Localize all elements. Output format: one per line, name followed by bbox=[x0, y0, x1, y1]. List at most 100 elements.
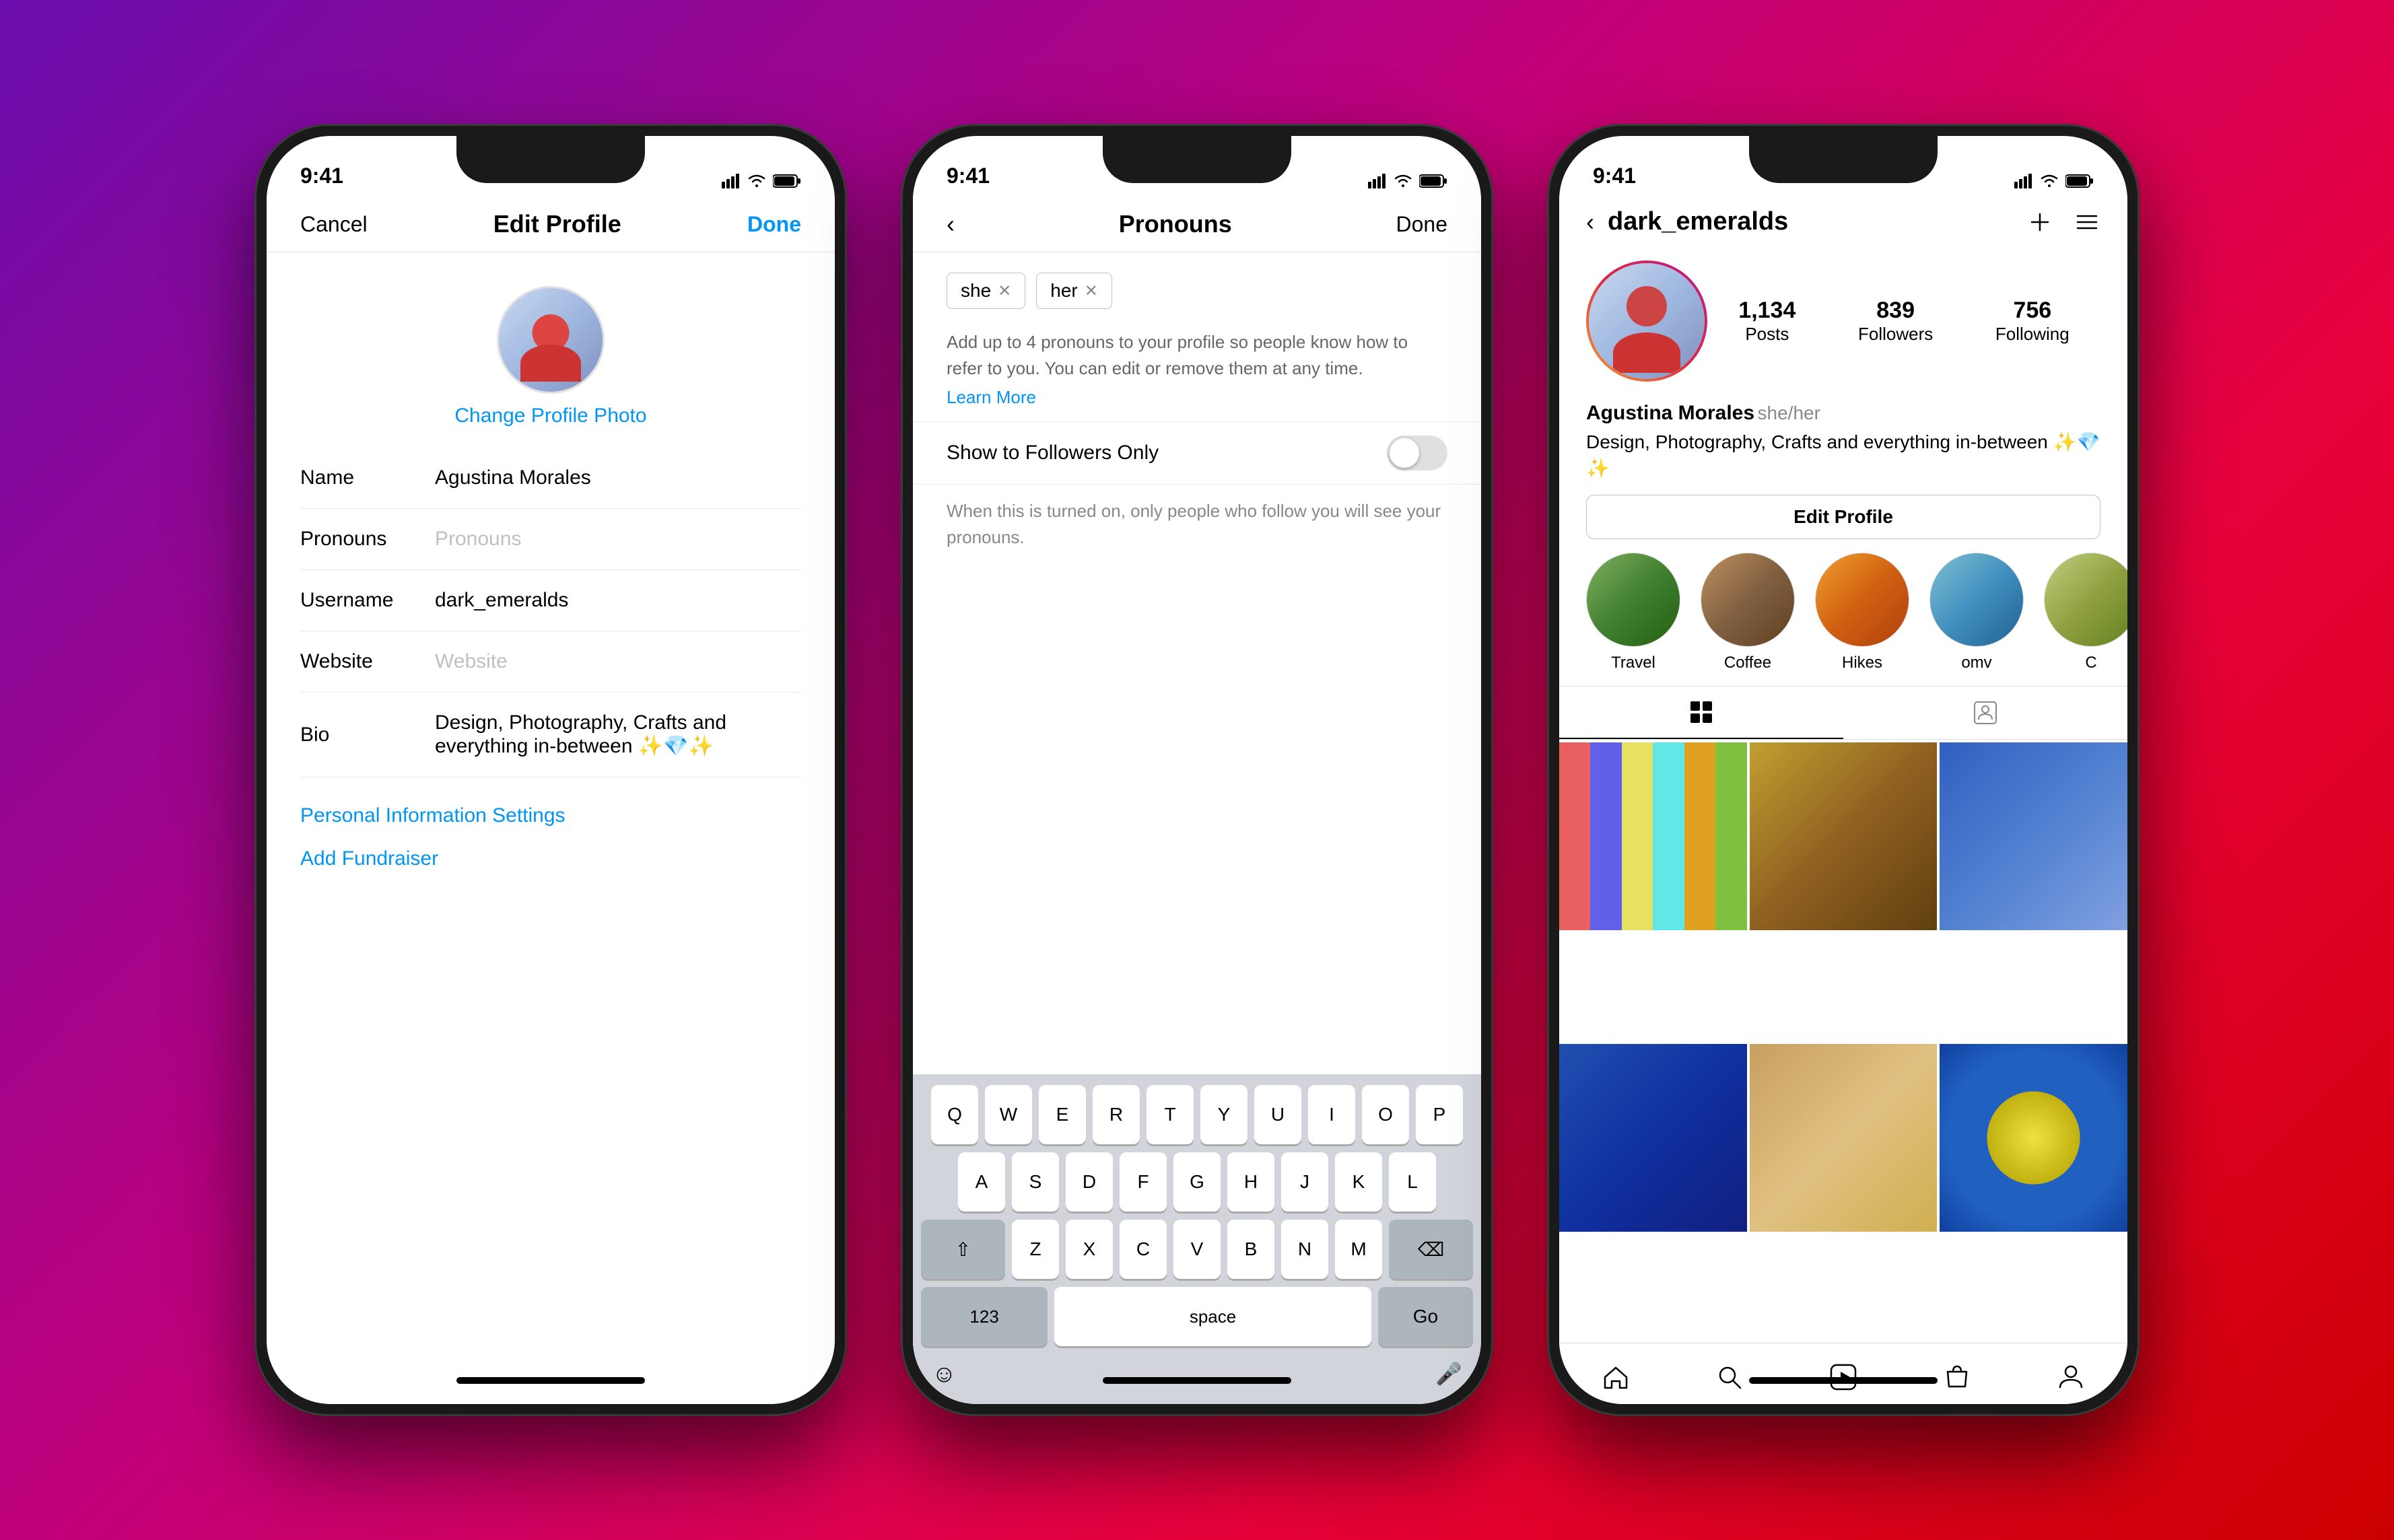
change-profile-photo-button[interactable]: Change Profile Photo bbox=[454, 405, 646, 427]
key-backspace[interactable]: ⌫ bbox=[1389, 1220, 1473, 1279]
key-n[interactable]: N bbox=[1281, 1220, 1328, 1279]
keyboard-row-2: A S D F G H J K L bbox=[921, 1152, 1473, 1212]
key-s[interactable]: S bbox=[1012, 1152, 1059, 1212]
pronouns-screen: ‹ Pronouns Done she ✕ her ✕ Add up to 4 … bbox=[913, 197, 1481, 1404]
highlight-omv[interactable]: omv bbox=[1929, 553, 2024, 672]
learn-more-link[interactable]: Learn More bbox=[947, 387, 1447, 408]
website-value[interactable]: Website bbox=[435, 650, 801, 673]
posts-stat[interactable]: 1,134 Posts bbox=[1738, 298, 1796, 345]
back-icon[interactable]: ‹ bbox=[1586, 208, 1594, 236]
pronouns-field-row[interactable]: Pronouns Pronouns bbox=[300, 509, 801, 570]
key-shift[interactable]: ⇧ bbox=[921, 1220, 1005, 1279]
keyboard: Q W E R T Y U I O P A S D F G H bbox=[913, 1074, 1481, 1404]
key-go[interactable]: Go bbox=[1378, 1287, 1473, 1346]
remove-she-button[interactable]: ✕ bbox=[998, 281, 1011, 301]
key-b[interactable]: B bbox=[1227, 1220, 1274, 1279]
key-c[interactable]: C bbox=[1120, 1220, 1167, 1279]
add-icon[interactable] bbox=[2026, 209, 2053, 236]
key-r[interactable]: R bbox=[1093, 1085, 1140, 1144]
signal-icon-1 bbox=[722, 174, 741, 188]
key-q[interactable]: Q bbox=[931, 1085, 978, 1144]
profile-header-actions bbox=[2026, 209, 2100, 236]
cancel-button[interactable]: Cancel bbox=[300, 212, 368, 237]
key-u[interactable]: U bbox=[1254, 1085, 1301, 1144]
key-g[interactable]: G bbox=[1173, 1152, 1221, 1212]
bio-label: Bio bbox=[300, 724, 435, 746]
done-button-2[interactable]: Done bbox=[1396, 212, 1448, 237]
followers-count: 839 bbox=[1876, 298, 1915, 324]
avatar-container[interactable] bbox=[497, 286, 605, 394]
profile-tab[interactable] bbox=[2044, 1357, 2098, 1397]
highlight-c[interactable]: C bbox=[2044, 553, 2127, 672]
highlight-travel-circle bbox=[1586, 553, 1680, 647]
key-m[interactable]: M bbox=[1335, 1220, 1382, 1279]
username-value[interactable]: dark_emeralds bbox=[435, 589, 801, 612]
mic-key[interactable]: 🎤 bbox=[1435, 1361, 1462, 1387]
home-tab[interactable] bbox=[1589, 1357, 1643, 1397]
key-y[interactable]: Y bbox=[1200, 1085, 1247, 1144]
grid-photo-1[interactable] bbox=[1559, 742, 1747, 930]
following-count: 756 bbox=[2013, 298, 2051, 324]
key-o[interactable]: O bbox=[1362, 1085, 1409, 1144]
done-button-1[interactable]: Done bbox=[747, 212, 801, 237]
key-space[interactable]: space bbox=[1054, 1287, 1371, 1346]
posts-count: 1,134 bbox=[1738, 298, 1796, 324]
highlight-hikes[interactable]: Hikes bbox=[1815, 553, 1909, 672]
followers-stat[interactable]: 839 Followers bbox=[1858, 298, 1933, 345]
key-t[interactable]: T bbox=[1147, 1085, 1194, 1144]
pronoun-tag-her[interactable]: her ✕ bbox=[1036, 273, 1112, 309]
key-v[interactable]: V bbox=[1173, 1220, 1221, 1279]
search-tab[interactable] bbox=[1703, 1357, 1756, 1397]
bottom-navigation bbox=[1559, 1343, 2127, 1404]
add-fundraiser-link[interactable]: Add Fundraiser bbox=[300, 847, 801, 870]
notch-1 bbox=[456, 136, 645, 183]
key-f[interactable]: F bbox=[1120, 1152, 1167, 1212]
highlight-travel[interactable]: Travel bbox=[1586, 553, 1680, 672]
show-followers-toggle[interactable] bbox=[1387, 435, 1447, 470]
key-w[interactable]: W bbox=[985, 1085, 1032, 1144]
edit-profile-navbar: Cancel Edit Profile Done bbox=[267, 197, 835, 252]
key-z[interactable]: Z bbox=[1012, 1220, 1059, 1279]
keyboard-row-3: ⇧ Z X C V B N M ⌫ bbox=[921, 1220, 1473, 1279]
notch-3 bbox=[1749, 136, 1938, 183]
bio-value[interactable]: Design, Photography, Crafts and everythi… bbox=[435, 711, 801, 758]
tagged-tab[interactable] bbox=[1843, 687, 2127, 739]
form-fields: Name Agustina Morales Pronouns Pronouns … bbox=[267, 448, 835, 777]
grid-photo-3[interactable] bbox=[1940, 742, 2127, 930]
key-i[interactable]: I bbox=[1308, 1085, 1355, 1144]
key-d[interactable]: D bbox=[1066, 1152, 1113, 1212]
grid-photo-5[interactable] bbox=[1750, 1044, 1938, 1232]
pronoun-tag-she[interactable]: she ✕ bbox=[947, 273, 1025, 309]
pronouns-value[interactable]: Pronouns bbox=[435, 528, 801, 551]
back-button[interactable]: ‹ bbox=[947, 210, 955, 238]
menu-icon[interactable] bbox=[2074, 209, 2100, 236]
key-h[interactable]: H bbox=[1227, 1152, 1274, 1212]
grid-photo-4[interactable] bbox=[1559, 1044, 1747, 1232]
edit-profile-screen: Cancel Edit Profile Done Change Profile … bbox=[267, 197, 835, 1404]
key-p[interactable]: P bbox=[1416, 1085, 1463, 1144]
emoji-key[interactable]: ☺ bbox=[932, 1360, 957, 1388]
battery-icon-2 bbox=[1419, 174, 1447, 188]
key-l[interactable]: L bbox=[1389, 1152, 1436, 1212]
key-123[interactable]: 123 bbox=[921, 1287, 1048, 1346]
key-k[interactable]: K bbox=[1335, 1152, 1382, 1212]
key-a[interactable]: A bbox=[958, 1152, 1005, 1212]
profile-avatar-large[interactable] bbox=[1586, 260, 1707, 382]
grid-photo-6[interactable] bbox=[1940, 1044, 2127, 1232]
grid-photo-2[interactable] bbox=[1750, 742, 1938, 930]
remove-her-button[interactable]: ✕ bbox=[1085, 281, 1098, 301]
edit-profile-button[interactable]: Edit Profile bbox=[1586, 495, 2100, 539]
shop-tab[interactable] bbox=[1930, 1357, 1984, 1397]
name-value[interactable]: Agustina Morales bbox=[435, 466, 801, 489]
edit-profile-title: Edit Profile bbox=[493, 210, 621, 238]
highlight-c-label: C bbox=[2085, 654, 2096, 672]
bio-pronouns: she/her bbox=[1758, 403, 1820, 423]
key-j[interactable]: J bbox=[1281, 1152, 1328, 1212]
highlight-coffee[interactable]: Coffee bbox=[1701, 553, 1795, 672]
key-x[interactable]: X bbox=[1066, 1220, 1113, 1279]
key-e[interactable]: E bbox=[1039, 1085, 1086, 1144]
grid-view-tab[interactable] bbox=[1559, 687, 1843, 739]
wifi-icon-1 bbox=[747, 174, 766, 188]
following-stat[interactable]: 756 Following bbox=[1995, 298, 2070, 345]
personal-info-settings-link[interactable]: Personal Information Settings bbox=[300, 804, 801, 827]
